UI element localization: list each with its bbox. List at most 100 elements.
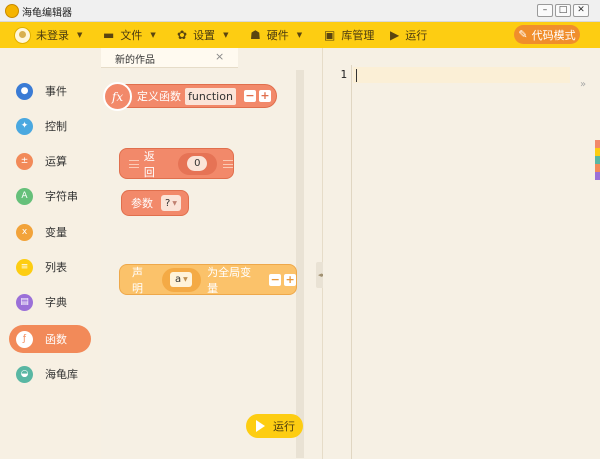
return-label: 返回 xyxy=(143,149,155,179)
text-cursor xyxy=(356,69,357,82)
return-value-slot: 0 xyxy=(177,152,218,175)
category-dictionary[interactable]: ▤ 字典 xyxy=(9,288,91,316)
close-window-button[interactable]: ✕ xyxy=(573,4,589,17)
category-functions[interactable]: ƒ 函数 xyxy=(9,325,91,353)
remove-param-button[interactable]: − xyxy=(243,90,256,102)
library-manager-label: 库管理 xyxy=(341,29,375,42)
app-logo-icon xyxy=(5,4,19,18)
hardware-menu[interactable]: ☗ 硬件 ▼ xyxy=(250,22,302,48)
category-label: 字符串 xyxy=(45,190,78,203)
category-strings[interactable]: A 字符串 xyxy=(9,182,91,210)
line-number-gutter: 1 xyxy=(323,65,352,459)
define-function-label: 定义函数 xyxy=(137,90,181,103)
chevron-down-icon: ▼ xyxy=(223,31,229,39)
window-title: 海龟编辑器 xyxy=(22,8,72,19)
maximize-button[interactable]: □ xyxy=(555,4,571,17)
define-function-block[interactable]: fx 定义函数 function − + xyxy=(103,82,277,111)
minimize-button[interactable]: – xyxy=(537,4,553,17)
user-menu[interactable]: 未登录 ▼ xyxy=(14,22,82,48)
category-lists[interactable]: ≡ 列表 xyxy=(9,253,91,281)
active-line-highlight xyxy=(353,67,570,83)
title-bar: 海龟编辑器 – □ ✕ xyxy=(0,0,600,22)
chevron-down-icon: ▼ xyxy=(183,276,188,283)
declare-suffix-label: 为全局变量 xyxy=(207,265,252,295)
tab-label: 新的作品 xyxy=(115,55,155,66)
calculator-icon: ± xyxy=(16,152,33,170)
tab-new-project[interactable]: 新的作品 × xyxy=(101,48,238,68)
avatar-icon xyxy=(14,26,31,44)
settings-menu-label: 设置 xyxy=(193,29,216,42)
palette-scrollbar[interactable] xyxy=(296,70,304,458)
category-label: 字典 xyxy=(45,296,67,309)
category-label: 运算 xyxy=(45,155,67,168)
chevron-down-icon: ▼ xyxy=(172,199,177,207)
run-button-label: 运行 xyxy=(273,420,295,433)
list-icon: ≡ xyxy=(16,258,33,276)
category-control[interactable]: ✦ 控制 xyxy=(9,112,91,140)
file-menu-label: 文件 xyxy=(120,29,143,42)
file-menu[interactable]: ▬ 文件 ▼ xyxy=(103,22,156,48)
letter-a-icon: A xyxy=(16,187,33,205)
hardware-menu-label: 硬件 xyxy=(266,29,289,42)
gear-icon: ✿ xyxy=(177,28,188,42)
user-menu-label: 未登录 xyxy=(36,29,69,42)
remove-var-button[interactable]: − xyxy=(269,273,282,286)
main-toolbar: 未登录 ▼ ▬ 文件 ▼ ✿ 设置 ▼ ☗ 硬件 ▼ ▣ 库管理 ▶ 运行 ✎ … xyxy=(0,22,600,48)
add-param-button[interactable]: + xyxy=(258,90,271,102)
declare-label: 声明 xyxy=(132,265,143,295)
gamepad-icon: ✦ xyxy=(16,117,33,135)
return-block[interactable]: 返回 0 xyxy=(119,148,234,179)
parameter-label: 参数 xyxy=(131,197,153,210)
pencil-icon: ✎ xyxy=(518,28,528,41)
chevron-down-icon: ▼ xyxy=(77,31,83,39)
category-label: 事件 xyxy=(45,85,67,98)
category-events[interactable]: ● 事件 xyxy=(9,77,91,105)
play-circle-icon: ▶ xyxy=(390,28,400,42)
variable-dropdown[interactable]: a ▼ xyxy=(170,272,193,287)
return-value-field[interactable]: 0 xyxy=(187,156,208,171)
robot-icon: ☗ xyxy=(250,28,261,42)
category-panel: ● 事件 ✦ 控制 ± 运算 A 字符串 x 变量 ≡ 列表 ▤ 字典 ƒ 函数… xyxy=(0,48,101,459)
toolbar-run-label: 运行 xyxy=(405,29,428,42)
library-manager-button[interactable]: ▣ 库管理 xyxy=(324,22,374,48)
category-label: 列表 xyxy=(45,261,67,274)
category-label: 变量 xyxy=(45,226,67,239)
category-variables[interactable]: x 变量 xyxy=(9,218,91,246)
category-label: 控制 xyxy=(45,120,67,133)
settings-menu[interactable]: ✿ 设置 ▼ xyxy=(177,22,228,48)
category-color-strip xyxy=(595,140,600,180)
block-palette: 新的作品 × fx 定义函数 function − + 返回 0 参数 ? ▼ … xyxy=(101,48,323,459)
variable-slot: a ▼ xyxy=(161,267,202,292)
close-tab-icon[interactable]: × xyxy=(215,50,224,63)
book-icon: ▤ xyxy=(16,293,33,311)
run-button[interactable]: 运行 xyxy=(246,414,303,438)
toggle-icon: ● xyxy=(16,82,33,100)
folder-icon: ▬ xyxy=(103,28,115,42)
inbox-icon: ▣ xyxy=(324,28,336,42)
variable-value: a xyxy=(175,274,182,285)
variable-x-icon: x xyxy=(16,223,33,241)
line-number: 1 xyxy=(340,68,347,81)
category-operators[interactable]: ± 运算 xyxy=(9,147,91,175)
function-icon: ƒ xyxy=(16,330,33,348)
function-name-field[interactable]: function xyxy=(185,87,236,105)
add-var-button[interactable]: + xyxy=(284,273,296,286)
turtle-icon: ◒ xyxy=(16,365,33,383)
category-label: 海龟库 xyxy=(45,368,78,381)
play-icon xyxy=(256,420,265,432)
category-turtle-library[interactable]: ◒ 海龟库 xyxy=(9,360,91,388)
fx-icon: fx xyxy=(103,82,132,111)
grip-icon xyxy=(223,159,233,168)
parameter-value: ? xyxy=(165,197,171,209)
parameter-dropdown[interactable]: ? ▼ xyxy=(161,195,181,211)
declare-global-block[interactable]: 声明 a ▼ 为全局变量 − + xyxy=(119,264,297,295)
chevron-down-icon: ▼ xyxy=(296,31,303,39)
category-label: 函数 xyxy=(45,333,67,346)
chevron-down-icon: ▼ xyxy=(150,31,156,39)
parameter-block[interactable]: 参数 ? ▼ xyxy=(121,190,189,216)
code-editor[interactable]: 1 » xyxy=(323,65,600,459)
expand-panel-icon[interactable]: » xyxy=(580,79,586,90)
toolbar-run-button[interactable]: ▶ 运行 xyxy=(390,22,427,48)
code-mode-button[interactable]: ✎ 代码模式 xyxy=(514,25,580,44)
code-mode-label: 代码模式 xyxy=(531,28,576,42)
